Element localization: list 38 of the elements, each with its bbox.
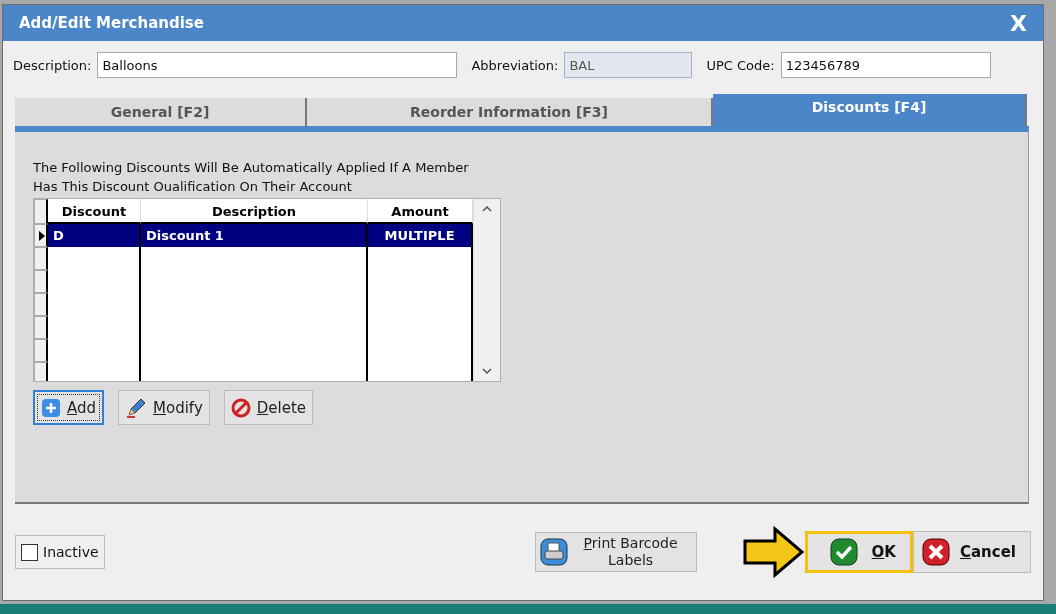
cancel-button[interactable]: Cancel — [912, 531, 1031, 573]
scrollbar[interactable] — [473, 199, 500, 381]
plus-icon — [41, 397, 61, 418]
scroll-down-icon[interactable] — [482, 368, 492, 375]
row-selector[interactable] — [34, 199, 48, 224]
ok-button[interactable]: OK — [804, 531, 913, 573]
close-button[interactable]: X — [1006, 10, 1031, 36]
pointer-arrow — [742, 526, 805, 578]
row-selector[interactable] — [34, 316, 48, 339]
close-icon — [921, 538, 950, 566]
add-button[interactable]: Add — [33, 390, 105, 425]
window-title: Add/Edit Merchandise — [19, 14, 204, 32]
field-label: UPC Code: — [706, 57, 775, 73]
delete-button[interactable]: Delete — [223, 390, 314, 425]
row-selector[interactable] — [34, 247, 48, 270]
row-selector[interactable] — [34, 224, 48, 247]
checkmark-icon — [829, 538, 858, 566]
input-field[interactable]: 123456789 — [780, 52, 991, 78]
pencil-icon — [125, 396, 148, 419]
row-selector[interactable] — [34, 362, 48, 381]
row-selector[interactable] — [34, 339, 48, 362]
modify-button[interactable]: Modify — [118, 390, 210, 425]
prohibited-icon — [230, 397, 251, 418]
input-field[interactable]: Balloons — [97, 52, 458, 78]
row-selector[interactable] — [34, 270, 48, 293]
printer-icon — [539, 538, 568, 566]
instruction-text: The Following Discounts Will Be Automatically Applied If A Member Has This Discount Oualification On Their Account — [33, 159, 470, 196]
table-cell: D — [48, 224, 141, 247]
tab[interactable]: General [F2] — [15, 98, 307, 126]
row-selector[interactable] — [34, 293, 48, 316]
tab[interactable]: Discounts [F4] — [713, 94, 1027, 126]
table-cell: MULTIPLE — [368, 224, 473, 247]
print-button[interactable]: Print Barcode Labels — [534, 532, 697, 572]
tab[interactable]: Reorder Information [F3] — [307, 98, 713, 126]
scroll-up-icon[interactable] — [482, 205, 492, 212]
field-label: Description: — [13, 57, 92, 73]
field-label: Abbreviation: — [471, 57, 559, 73]
table-cell: Discount 1 — [141, 224, 368, 247]
